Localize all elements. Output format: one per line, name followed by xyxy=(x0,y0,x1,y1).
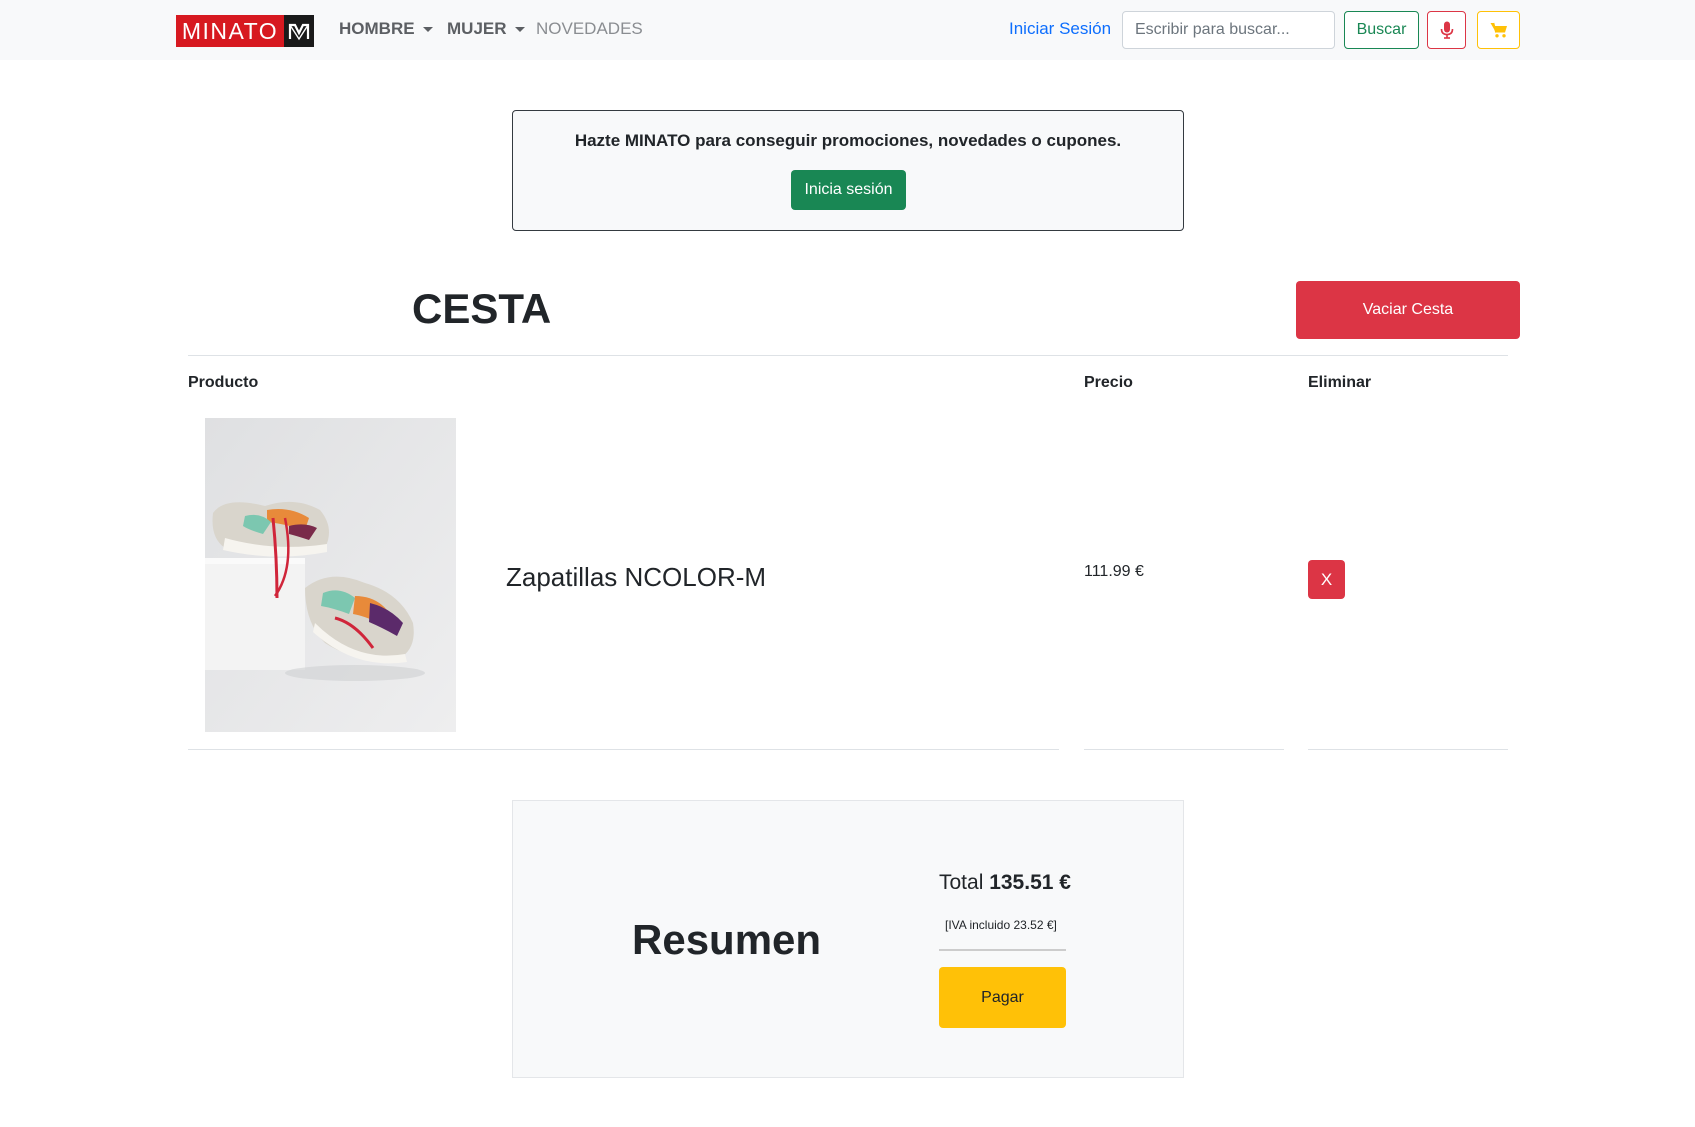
search-input[interactable] xyxy=(1122,11,1335,49)
microphone-icon xyxy=(1440,21,1453,39)
cart-icon xyxy=(1490,22,1507,38)
voice-search-button[interactable] xyxy=(1427,11,1466,49)
divider xyxy=(188,355,1508,356)
nav-mujer-label: MUJER xyxy=(447,19,507,38)
login-link[interactable]: Iniciar Sesión xyxy=(1009,19,1111,39)
divider xyxy=(1084,749,1284,750)
divider xyxy=(939,949,1066,951)
chevron-down-icon xyxy=(422,26,433,32)
divider xyxy=(1308,749,1508,750)
login-promo-box: Hazte MINATO para conseguir promociones,… xyxy=(512,110,1184,231)
nav-novedades[interactable]: NOVEDADES xyxy=(536,19,643,39)
logo-mark-icon xyxy=(284,15,314,47)
divider xyxy=(188,749,1059,750)
cart-button[interactable] xyxy=(1477,11,1520,49)
minato-logo[interactable]: MINATO xyxy=(176,15,314,47)
column-header-remove: Eliminar xyxy=(1308,374,1372,391)
product-price: 111.99 € xyxy=(1084,563,1144,580)
order-summary: Resumen Total 135.51 € [IVA incluido 23.… xyxy=(512,800,1184,1078)
nav-novedades-label: NOVEDADES xyxy=(536,19,643,38)
column-header-product: Producto xyxy=(188,374,259,391)
pay-button[interactable]: Pagar xyxy=(939,967,1066,1028)
column-header-price: Precio xyxy=(1084,374,1133,391)
remove-item-button[interactable]: X xyxy=(1308,560,1345,599)
product-image xyxy=(205,418,456,732)
total-price: Total 135.51 € xyxy=(939,871,1071,895)
nav-hombre-label: HOMBRE xyxy=(339,19,415,38)
navbar: MINATO HOMBRE MUJER NOVEDADES Iniciar Se… xyxy=(0,0,1695,60)
total-value: 135.51 € xyxy=(989,871,1071,894)
nav-hombre-dropdown[interactable]: HOMBRE xyxy=(339,19,433,39)
search-button[interactable]: Buscar xyxy=(1344,11,1419,49)
logo-text: MINATO xyxy=(176,15,284,47)
page-title: CESTA xyxy=(412,285,552,332)
total-label: Total xyxy=(939,871,990,894)
promo-message: Hazte MINATO para conseguir promociones,… xyxy=(574,131,1122,150)
summary-title: Resumen xyxy=(632,916,822,963)
empty-cart-button[interactable]: Vaciar Cesta xyxy=(1296,281,1520,339)
product-name[interactable]: Zapatillas NCOLOR-M xyxy=(506,562,766,593)
promo-login-button[interactable]: Inicia sesión xyxy=(791,170,906,210)
tax-note: [IVA incluido 23.52 €] xyxy=(945,918,1057,932)
nav-mujer-dropdown[interactable]: MUJER xyxy=(447,19,525,39)
chevron-down-icon xyxy=(514,26,525,32)
